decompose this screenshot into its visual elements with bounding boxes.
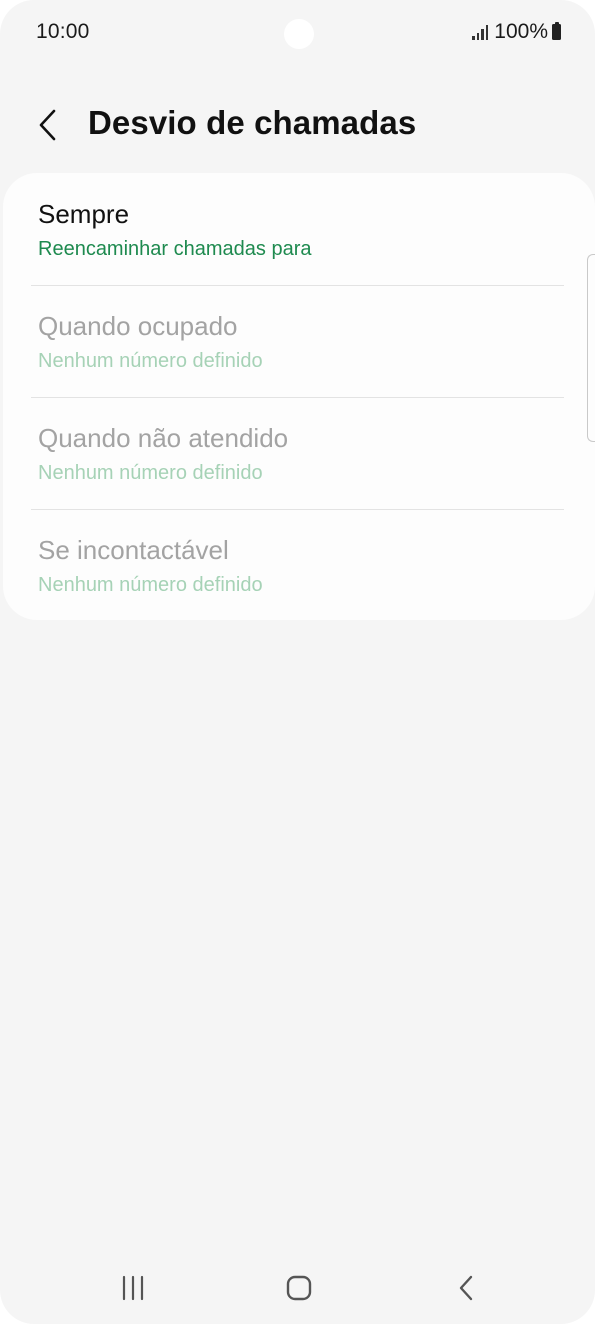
page-title: Desvio de chamadas bbox=[88, 104, 417, 141]
scrollbar[interactable] bbox=[587, 254, 595, 442]
chevron-left-icon bbox=[39, 109, 56, 141]
list-item-when-busy[interactable]: Quando ocupado Nenhum número definido bbox=[3, 285, 595, 397]
list-item-title: Quando ocupado bbox=[38, 311, 238, 341]
list-item-subtitle: Nenhum número definido bbox=[38, 462, 263, 484]
status-bar: 10:00 100% bbox=[0, 0, 595, 66]
list-item-subtitle: Nenhum número definido bbox=[38, 574, 263, 596]
home-icon bbox=[286, 1275, 312, 1301]
status-indicators: 100% bbox=[472, 19, 561, 45]
battery-full-icon bbox=[552, 21, 561, 40]
list-item-always[interactable]: Sempre Reencaminhar chamadas para bbox=[3, 173, 595, 285]
navigation-bar bbox=[0, 1250, 595, 1324]
camera-cutout bbox=[284, 19, 314, 49]
app-header: Desvio de chamadas bbox=[0, 90, 595, 160]
back-chevron-icon bbox=[459, 1275, 473, 1301]
status-time: 10:00 bbox=[36, 20, 90, 43]
recents-icon bbox=[122, 1275, 144, 1301]
list-item-subtitle: Nenhum número definido bbox=[38, 350, 263, 372]
call-forwarding-list: Sempre Reencaminhar chamadas para Quando… bbox=[3, 173, 595, 620]
list-item-subtitle: Reencaminhar chamadas para bbox=[38, 238, 312, 260]
battery-percentage: 100% bbox=[494, 20, 548, 43]
phone-screen: 10:00 100% Desvio de chamadas Sempre Ree… bbox=[0, 0, 595, 1324]
list-item-when-unreachable[interactable]: Se incontactável Nenhum número definido bbox=[3, 509, 595, 621]
signal-bars-icon bbox=[472, 24, 489, 40]
home-button[interactable] bbox=[269, 1268, 329, 1308]
back-button[interactable] bbox=[28, 102, 68, 148]
list-item-when-unanswered[interactable]: Quando não atendido Nenhum número defini… bbox=[3, 397, 595, 509]
list-item-title: Quando não atendido bbox=[38, 423, 289, 453]
recents-button[interactable] bbox=[103, 1268, 163, 1308]
list-item-title: Se incontactável bbox=[38, 535, 229, 565]
list-item-title: Sempre bbox=[38, 199, 130, 229]
system-back-button[interactable] bbox=[436, 1268, 496, 1308]
